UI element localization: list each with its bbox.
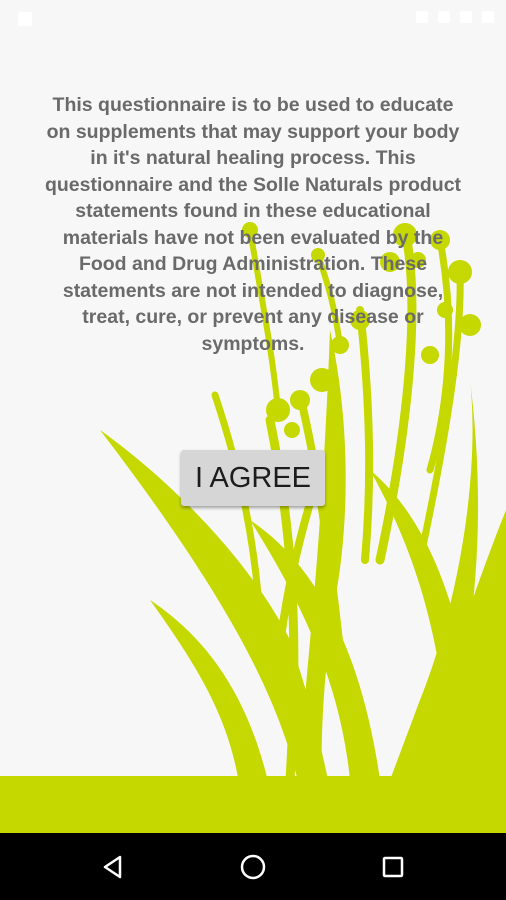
recents-button[interactable] [353,833,433,900]
disclaimer-screen: This questionnaire is to be used to educ… [0,0,506,900]
agree-button[interactable]: I AGREE [181,450,325,506]
home-button[interactable] [213,833,293,900]
square-recents-icon [382,856,404,877]
triangle-back-icon [103,855,122,878]
disclaimer-text: This questionnaire is to be used to educ… [44,94,462,355]
back-button[interactable] [73,833,153,900]
circle-home-icon [240,854,266,879]
navigation-bar [0,833,506,900]
